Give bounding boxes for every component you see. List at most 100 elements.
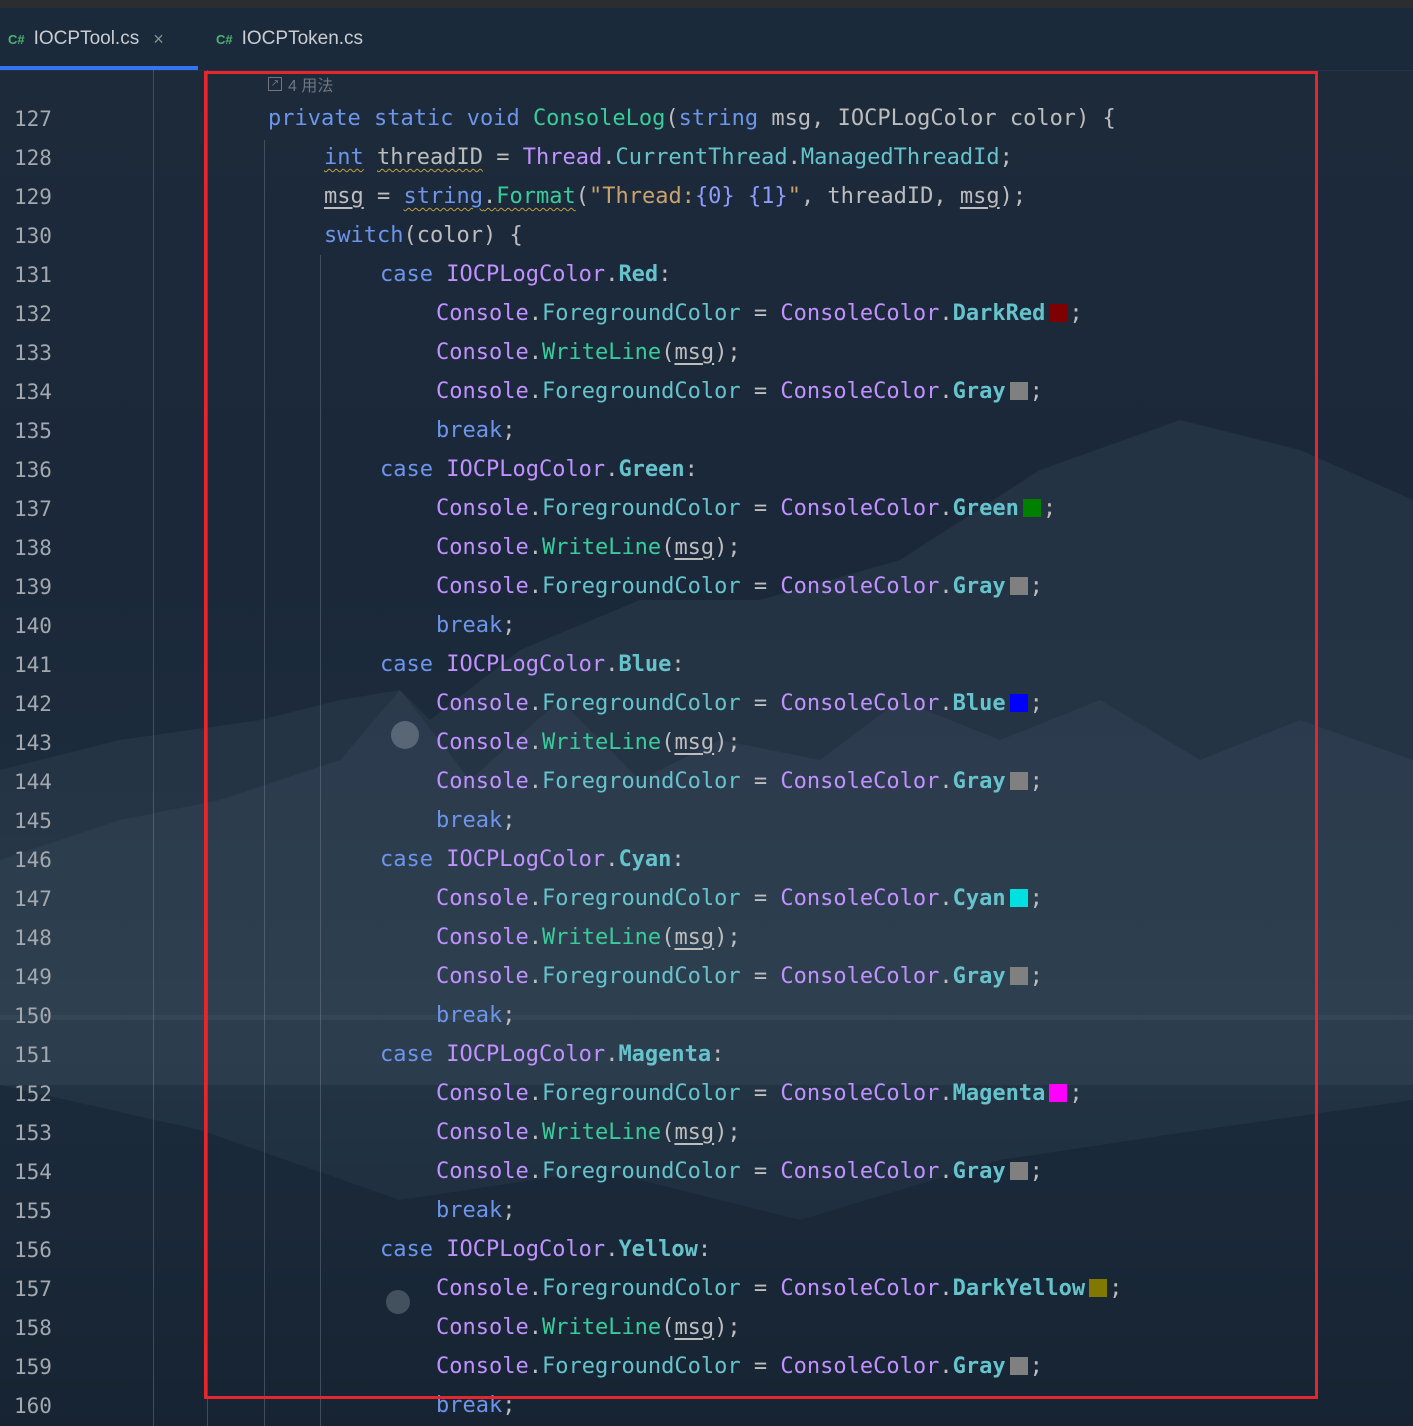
code-punctuation: . [528, 925, 542, 950]
code-line[interactable]: Console.ForegroundColor = ConsoleColor.G… [436, 497, 1056, 521]
code-token: IOCPLogColor [446, 1042, 606, 1067]
code-punctuation: ; [502, 1003, 516, 1028]
code-line[interactable]: Console.ForegroundColor = ConsoleColor.D… [436, 302, 1083, 326]
tab-iocptoken[interactable]: C# IOCPToken.cs [216, 8, 363, 70]
code-line[interactable]: Console.ForegroundColor = ConsoleColor.G… [436, 1160, 1043, 1184]
code-punctuation: ; [502, 418, 516, 443]
color-swatch[interactable] [1009, 577, 1028, 595]
color-swatch[interactable] [1009, 889, 1028, 907]
color-swatch[interactable] [1049, 304, 1068, 322]
code-line[interactable]: case IOCPLogColor.Magenta: [380, 1043, 724, 1067]
code-token: break [436, 1003, 503, 1028]
code-token: ConsoleColor [780, 574, 940, 599]
csharp-file-icon: C# [216, 31, 233, 47]
code-token: ConsoleColor [780, 301, 940, 326]
code-punctuation [433, 1237, 446, 1262]
code-line[interactable]: case IOCPLogColor.Red: [380, 263, 671, 287]
code-line[interactable]: Console.WriteLine(msg); [436, 926, 741, 950]
code-line[interactable]: msg = string.Format("Thread:{0} {1}", th… [324, 185, 1026, 209]
code-token: Console [436, 730, 529, 755]
code-line[interactable]: Console.ForegroundColor = ConsoleColor.B… [436, 692, 1043, 716]
code-punctuation: = [740, 1081, 781, 1106]
code-line[interactable]: Console.WriteLine(msg); [436, 1316, 741, 1340]
code-token: msg [959, 184, 1000, 209]
code-token: ConsoleColor [780, 379, 940, 404]
code-line[interactable]: break; [436, 1199, 515, 1223]
code-line[interactable]: Console.ForegroundColor = ConsoleColor.C… [436, 887, 1043, 911]
code-token: Gray [952, 769, 1006, 794]
code-token: WriteLine [541, 340, 662, 365]
code-line[interactable]: Console.WriteLine(msg); [436, 731, 741, 755]
code-line[interactable]: private static void ConsoleLog(string ms… [268, 107, 1116, 131]
code-punctuation: ( [661, 730, 675, 755]
code-line[interactable]: case IOCPLogColor.Blue: [380, 653, 685, 677]
color-swatch[interactable] [1009, 694, 1028, 712]
code-punctuation: = [740, 496, 781, 521]
code-punctuation [361, 106, 374, 131]
code-line[interactable]: case IOCPLogColor.Green: [380, 458, 698, 482]
code-token: IOCPLogColor [837, 106, 997, 131]
code-editor[interactable]: ↗ 4 用法 private static void ConsoleLog(st… [0, 70, 1413, 1426]
code-token: Console [436, 769, 529, 794]
code-token: ConsoleColor [780, 886, 940, 911]
code-line[interactable]: break; [436, 1004, 515, 1028]
code-punctuation: . [528, 1159, 542, 1184]
code-line[interactable]: Console.ForegroundColor = ConsoleColor.G… [436, 380, 1043, 404]
tab-iocptool[interactable]: C# IOCPTool.cs × [8, 8, 198, 70]
tab-label: IOCPTool.cs [33, 28, 140, 49]
color-swatch[interactable] [1089, 1279, 1108, 1297]
code-punctuation: . [939, 886, 953, 911]
color-swatch[interactable] [1049, 1084, 1068, 1102]
code-token: Console [436, 535, 529, 560]
code-punctuation: = [740, 691, 781, 716]
code-token: ConsoleColor [780, 1276, 940, 1301]
code-line[interactable]: Console.ForegroundColor = ConsoleColor.M… [436, 1082, 1083, 1106]
code-token: IOCPLogColor [446, 1237, 606, 1262]
code-punctuation [433, 262, 446, 287]
code-line[interactable]: Console.ForegroundColor = ConsoleColor.G… [436, 1355, 1043, 1379]
code-token: ForegroundColor [541, 886, 741, 911]
code-line[interactable]: Console.ForegroundColor = ConsoleColor.G… [436, 965, 1043, 989]
code-punctuation: = [740, 1159, 781, 1184]
code-punctuation: ); [999, 184, 1027, 209]
code-line[interactable]: Console.ForegroundColor = ConsoleColor.G… [436, 575, 1043, 599]
code-line[interactable]: break; [436, 419, 515, 443]
code-line[interactable]: case IOCPLogColor.Cyan: [380, 848, 685, 872]
code-punctuation: , threadID, [800, 184, 960, 209]
color-swatch[interactable] [1009, 1162, 1028, 1180]
color-swatch[interactable] [1022, 499, 1041, 517]
code-line[interactable]: case IOCPLogColor.Yellow: [380, 1238, 711, 1262]
code-line[interactable]: break; [436, 614, 515, 638]
code-punctuation: = [740, 886, 781, 911]
code-token: ForegroundColor [541, 301, 741, 326]
code-line[interactable]: int threadID = Thread.CurrentThread.Mana… [324, 146, 1013, 170]
code-token: break [436, 808, 503, 833]
color-swatch[interactable] [1009, 967, 1028, 985]
color-swatch[interactable] [1009, 772, 1028, 790]
code-token: Console [436, 1315, 529, 1340]
close-icon[interactable]: × [153, 29, 164, 50]
code-token: Gray [952, 574, 1006, 599]
code-token: ForegroundColor [541, 379, 741, 404]
code-line[interactable]: break; [436, 809, 515, 833]
usage-hint-text: 4 用法 [288, 78, 334, 95]
code-punctuation: ; [502, 1198, 516, 1223]
code-line[interactable]: Console.WriteLine(msg); [436, 536, 741, 560]
code-token: Console [436, 1081, 529, 1106]
code-token: ForegroundColor [541, 1276, 741, 1301]
usage-hint[interactable]: ↗ 4 用法 [268, 72, 333, 96]
color-swatch[interactable] [1009, 1357, 1028, 1375]
code-line[interactable]: switch(color) { [324, 224, 523, 248]
code-punctuation: (color) { [403, 223, 523, 248]
code-line[interactable]: break; [436, 1394, 515, 1418]
code-line[interactable]: Console.ForegroundColor = ConsoleColor.D… [436, 1277, 1122, 1301]
code-punctuation [433, 1042, 446, 1067]
code-line[interactable]: Console.WriteLine(msg); [436, 341, 741, 365]
code-line[interactable]: Console.ForegroundColor = ConsoleColor.G… [436, 770, 1043, 794]
code-line[interactable]: Console.WriteLine(msg); [436, 1121, 741, 1145]
code-punctuation: : [697, 1237, 712, 1262]
code-punctuation: ; [502, 613, 516, 638]
code-token: ForegroundColor [541, 574, 741, 599]
code-token: msg [674, 730, 715, 755]
color-swatch[interactable] [1009, 382, 1028, 400]
